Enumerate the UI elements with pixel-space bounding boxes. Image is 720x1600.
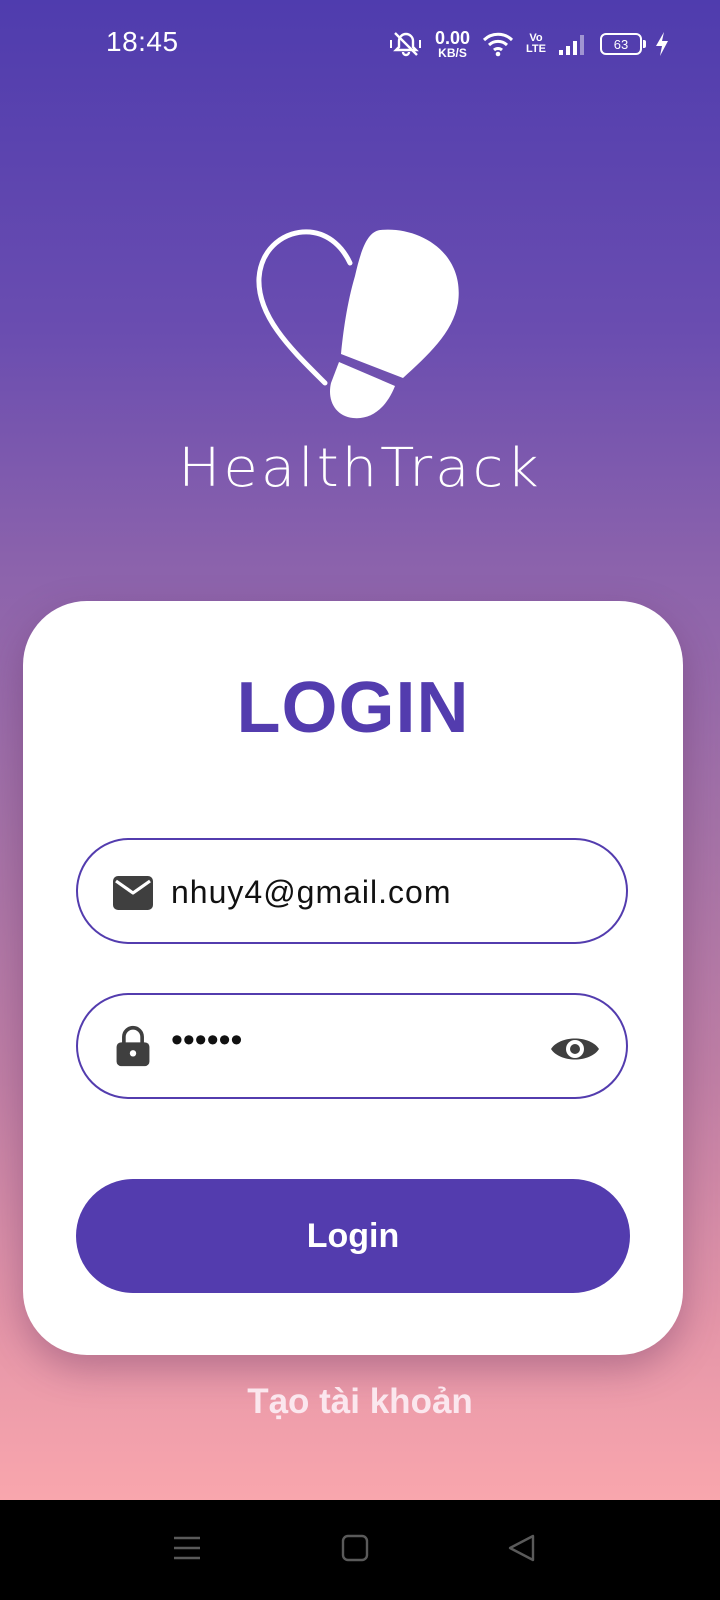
net-speed: 0.00 KB/S (435, 29, 470, 59)
password-field[interactable]: •••••• (76, 993, 628, 1099)
lock-icon (116, 1025, 150, 1067)
email-field[interactable]: nhuy4@gmail.com (76, 838, 628, 944)
charging-icon (656, 32, 668, 56)
volte-icon: Vo LTE (526, 33, 546, 55)
signal-icon (559, 35, 584, 55)
wifi-icon (482, 32, 514, 57)
login-button[interactable]: Login (76, 1179, 630, 1293)
home-icon[interactable] (340, 1533, 370, 1563)
battery-level: 63 (613, 36, 629, 52)
battery-icon: 63 (600, 33, 646, 55)
login-card: LOGIN nhuy4@gmail.com •••••• Login (23, 601, 683, 1355)
back-icon[interactable] (506, 1533, 536, 1563)
status-bar: 18:45 0.00 KB/S Vo LTE 63 (0, 0, 720, 90)
login-title: LOGIN (236, 668, 470, 748)
email-value[interactable]: nhuy4@gmail.com (171, 874, 451, 911)
status-icons: 0.00 KB/S Vo LTE 63 (389, 26, 670, 62)
create-account-link[interactable]: Tạo tài khoản (0, 1382, 720, 1422)
mute-icon (389, 32, 421, 57)
net-speed-unit: KB/S (438, 46, 467, 60)
mail-icon (113, 876, 153, 910)
menu-icon[interactable] (172, 1533, 202, 1563)
net-speed-value: 0.00 (434, 28, 471, 48)
nav-bar (0, 1500, 720, 1600)
heart-footprint-logo (256, 229, 459, 419)
volte-bottom: LTE (526, 43, 546, 55)
eye-icon[interactable] (550, 1029, 600, 1069)
password-value[interactable]: •••••• (171, 1021, 242, 1060)
brand-name: HealthTrack (178, 437, 542, 500)
app-screen: 18:45 0.00 KB/S Vo LTE 63 HealthTrack LO… (0, 0, 720, 1500)
status-time: 18:45 (106, 26, 179, 57)
